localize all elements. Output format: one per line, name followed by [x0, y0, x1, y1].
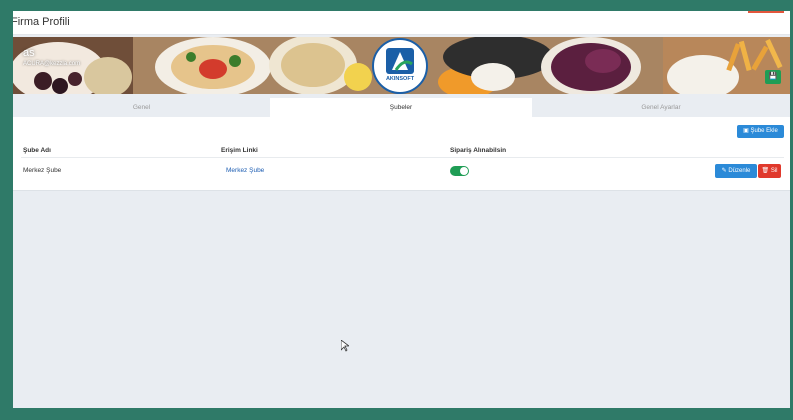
save-button[interactable]: 💾	[765, 70, 781, 84]
branch-name: Merkez Şube	[23, 167, 62, 174]
add-branch-button[interactable]: ▣ Şube Ekle	[737, 125, 784, 138]
branch-access-link[interactable]: Merkez Şube	[226, 167, 264, 174]
table-divider	[21, 157, 784, 158]
trash-icon: 🗑	[761, 168, 770, 174]
tab-genel[interactable]: Genel	[13, 98, 270, 117]
accent-line	[748, 11, 784, 13]
edit-label: Düzenle	[728, 168, 751, 174]
edit-branch-button[interactable]: ✎ Düzenle	[715, 164, 757, 178]
logo-text: AKINSOFT	[385, 76, 415, 82]
company-email: ACURA@kezzla.com	[23, 61, 81, 67]
tab-subeler[interactable]: Şubeler	[270, 98, 532, 117]
delete-label: Sil	[770, 168, 778, 174]
save-icon: 💾	[768, 73, 778, 80]
tab-genel-ayarlar[interactable]: Genel Ayarlar	[532, 98, 790, 117]
company-banner: AKINSOFT as ACURA@kezzla.com 💾	[13, 37, 790, 94]
plus-square-icon: ▣	[743, 128, 749, 134]
toggle-knob	[460, 167, 468, 175]
tab-bar: Genel Şubeler Genel Ayarlar	[13, 98, 790, 117]
column-header-branch-name: Şube Adı	[23, 147, 51, 154]
tab-label: Genel	[132, 104, 151, 111]
app-frame: Firma Profili AKINSOFT as ACURA@kezzla.c…	[13, 11, 790, 408]
edit-icon: ✎	[721, 168, 727, 174]
tab-label: Şubeler	[389, 104, 413, 111]
tab-label: Genel Ayarlar	[641, 104, 681, 111]
top-bar: Firma Profili	[13, 11, 790, 35]
add-branch-label: Şube Ekle	[750, 128, 778, 134]
company-name: as	[23, 47, 35, 59]
column-header-access-link: Erişim Linki	[221, 147, 258, 154]
mouse-cursor-icon	[341, 340, 349, 352]
page-title: Firma Profili	[13, 16, 70, 28]
delete-branch-button[interactable]: 🗑 Sil	[758, 164, 781, 178]
branches-panel: ▣ Şube Ekle Şube Adı Erişim Linki Sipari…	[13, 117, 790, 191]
order-enabled-toggle[interactable]	[450, 166, 469, 176]
akinsoft-logo-icon	[386, 48, 414, 74]
company-logo: AKINSOFT	[372, 38, 428, 94]
column-header-order-enabled: Sipariş Alınabilsin	[450, 147, 507, 154]
